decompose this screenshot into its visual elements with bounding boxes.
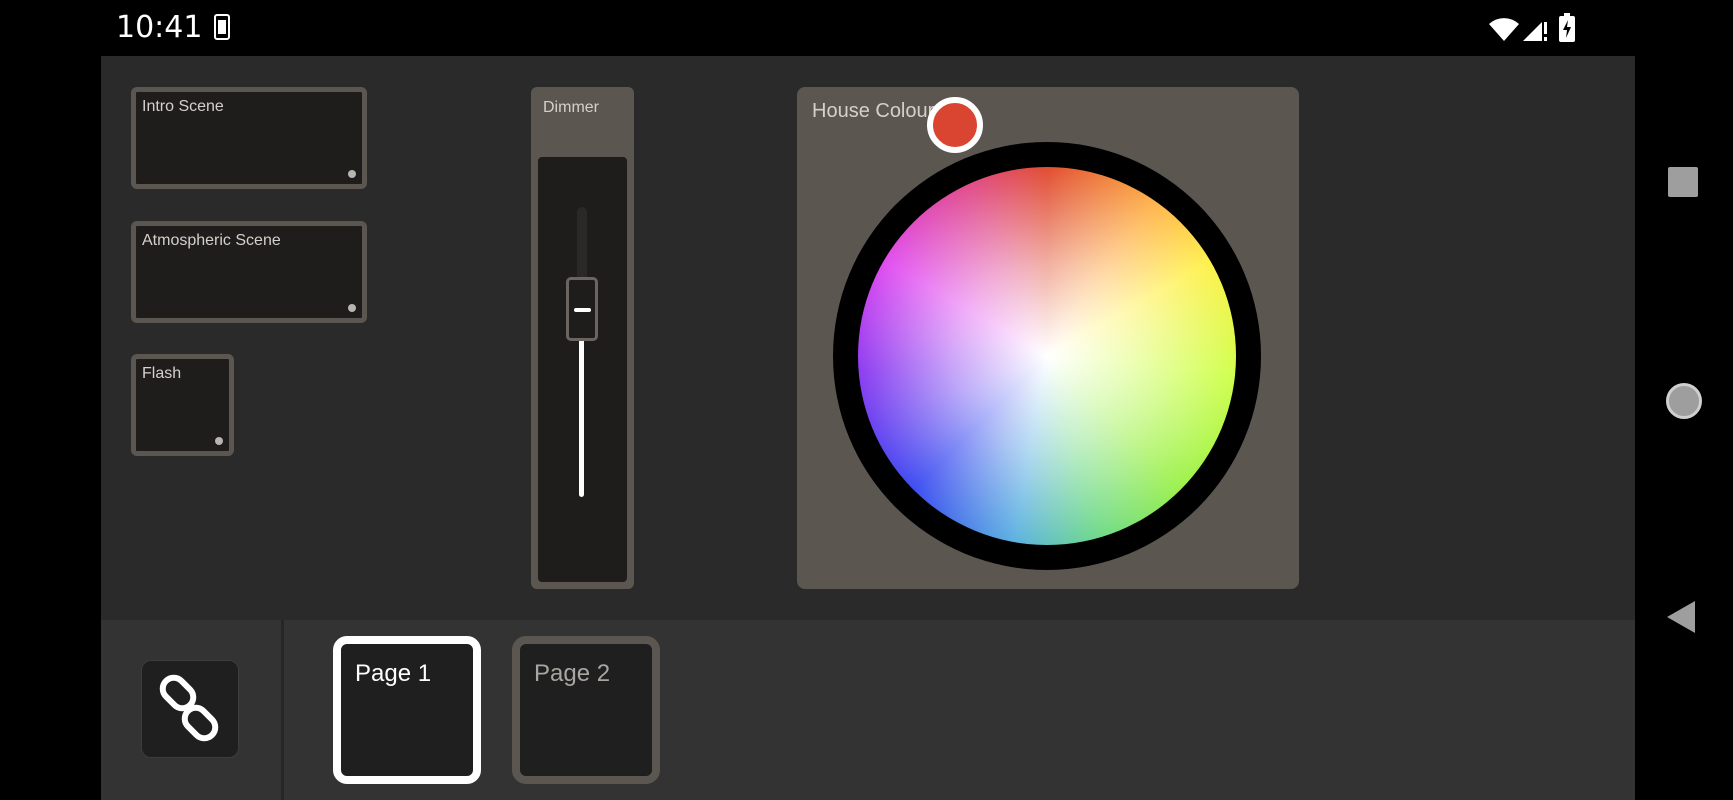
link-icon [159, 674, 219, 742]
scene-label: Atmospheric Scene [142, 232, 281, 249]
scene-label: Flash [142, 365, 182, 382]
recents-icon[interactable] [1668, 167, 1698, 197]
colour-wheel-ring [833, 142, 1261, 570]
dimmer-panel: Dimmer [531, 87, 634, 589]
wifi-icon [1489, 18, 1519, 41]
page-tab-label: Page 2 [534, 660, 611, 687]
house-colours-label: House Colours [812, 100, 945, 122]
bottom-bar: Page 1 Page 2 [101, 620, 1635, 800]
page-tab-2[interactable]: Page 2 [512, 636, 660, 784]
status-bar: 10:41 [0, 0, 1733, 56]
lighting-control-app: Intro Scene Atmospheric Scene Flash Dimm… [101, 56, 1635, 800]
home-icon[interactable] [1666, 383, 1702, 419]
scene-button-intro[interactable]: Intro Scene [131, 87, 367, 189]
bottom-bar-divider [281, 620, 284, 800]
colour-wheel-handle[interactable] [927, 97, 983, 153]
link-button[interactable] [141, 660, 239, 758]
scene-button-atmospheric[interactable]: Atmospheric Scene [131, 221, 367, 323]
scene-indicator-dot [215, 437, 223, 445]
fader-knob[interactable] [566, 277, 598, 341]
sim-card-icon [214, 14, 230, 40]
page-tab-label: Page 1 [355, 660, 432, 687]
back-icon[interactable] [1666, 600, 1696, 634]
colour-wheel[interactable] [858, 167, 1236, 545]
cell-signal-icon [1523, 22, 1547, 41]
dimmer-label: Dimmer [543, 99, 599, 116]
battery-charging-icon [1559, 13, 1575, 42]
scene-button-flash[interactable]: Flash [131, 354, 234, 456]
house-colours-panel: House Colours [797, 87, 1299, 589]
scene-indicator-dot [348, 170, 356, 178]
scene-indicator-dot [348, 304, 356, 312]
status-clock: 10:41 [116, 10, 203, 45]
dimmer-fader[interactable] [538, 157, 627, 582]
page-tab-1[interactable]: Page 1 [333, 636, 481, 784]
fader-grip [574, 308, 591, 312]
scene-label: Intro Scene [142, 98, 224, 115]
